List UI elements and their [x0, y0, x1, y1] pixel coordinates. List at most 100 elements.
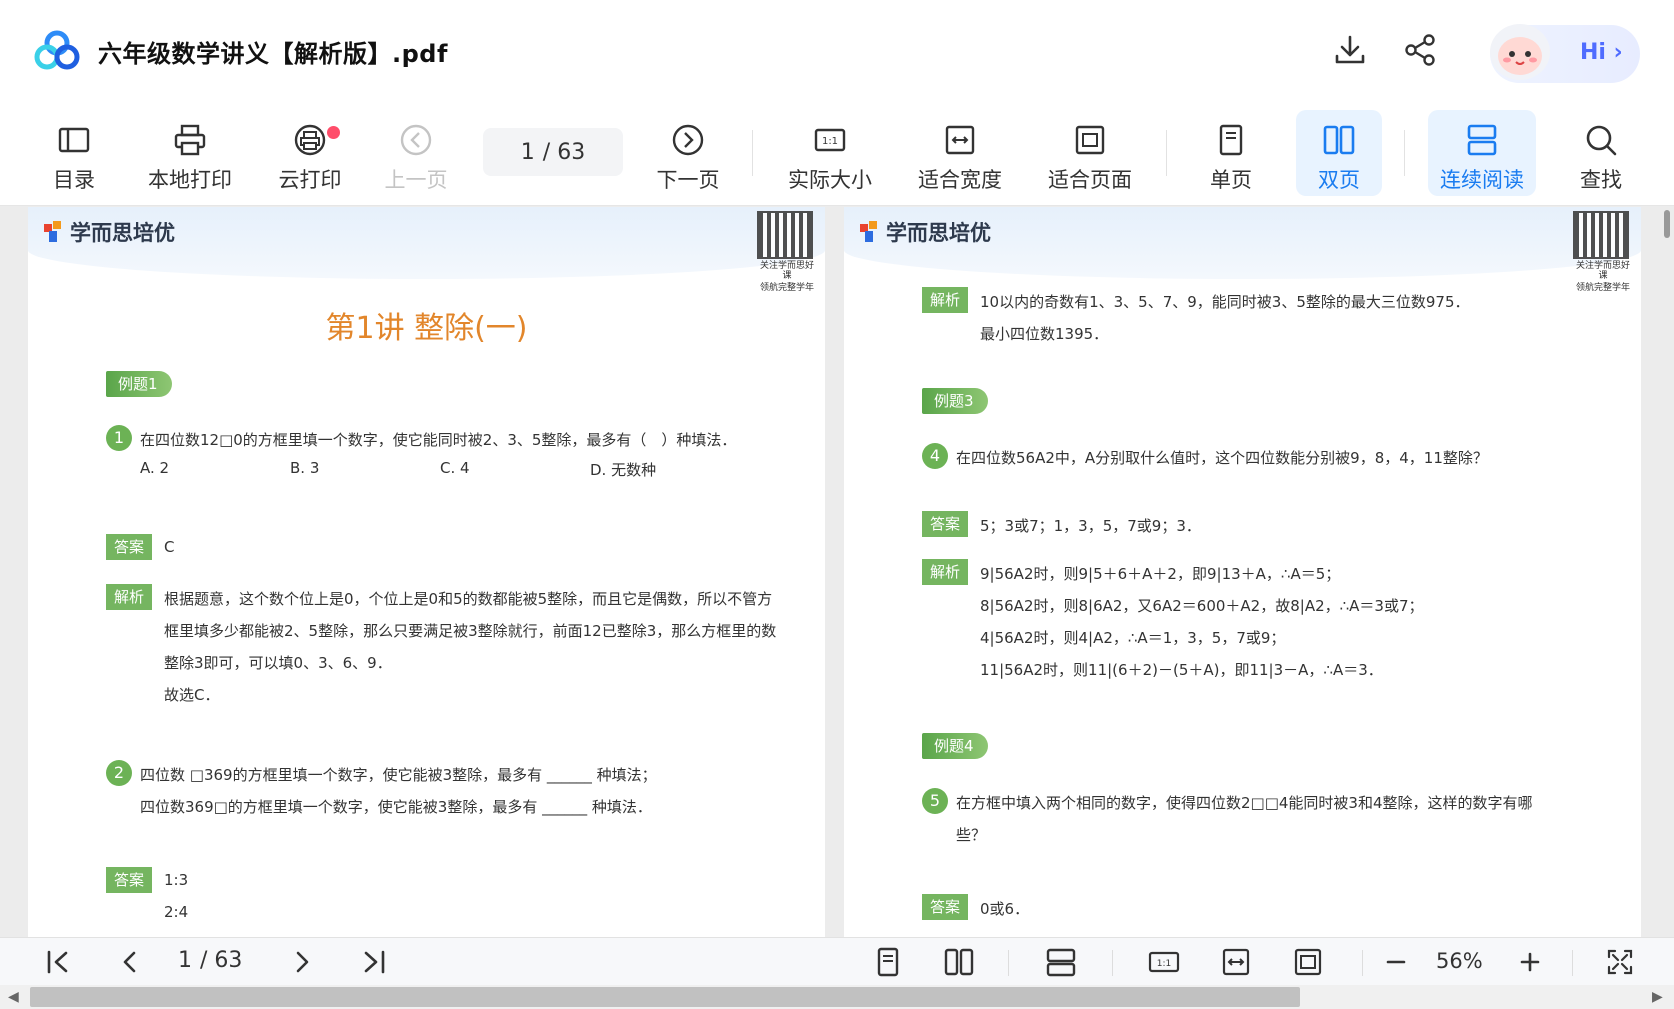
notification-dot [327, 126, 340, 139]
single-page-label: 单页 [1210, 168, 1252, 192]
bottom-divider [1008, 950, 1009, 976]
cloud-print-button[interactable]: 云打印 [272, 110, 348, 196]
toc-button[interactable]: 目录 [42, 110, 106, 196]
toolbar-divider [752, 130, 753, 176]
search-button[interactable]: 查找 [1566, 110, 1636, 196]
fit-page-label: 适合页面 [1048, 168, 1132, 192]
chevron-right-icon[interactable] [286, 946, 318, 978]
bottom-divider [1112, 950, 1113, 976]
document-title: 六年级数学讲义【解析版】.pdf [98, 40, 448, 68]
continuous-reading-icon [1467, 124, 1497, 156]
analysis-line: 10以内的奇数有1、3、5、7、9，能同时被3、5整除的最大三位数975． [980, 293, 1470, 311]
continuous-reading-icon[interactable] [1045, 946, 1077, 978]
fullscreen-icon[interactable] [1604, 946, 1636, 978]
local-print-label: 本地打印 [148, 168, 232, 192]
bottom-page-total: / 63 [200, 948, 243, 973]
search-icon [1586, 125, 1617, 156]
first-page-icon[interactable] [42, 946, 74, 978]
next-page-button[interactable]: 下一页 [648, 110, 728, 196]
fit-page-icon[interactable] [1292, 946, 1324, 978]
continuous-reading-button[interactable]: 连续阅读 [1428, 110, 1536, 196]
analysis-line: 9|56A2时，则9|5＋6＋A＋2，即9|13＋A，∴A＝5； [980, 565, 1341, 583]
option-a: A. 2 [140, 459, 170, 477]
cloud-print-label: 云打印 [278, 168, 342, 192]
app-header: 六年级数学讲义【解析版】.pdf Hi › [0, 0, 1674, 100]
share-icon[interactable] [1402, 32, 1438, 68]
answer-text: 5；3或7；1，3，5，7或9；3． [980, 517, 1201, 535]
fit-page-button[interactable]: 适合页面 [1040, 110, 1140, 196]
chevron-right-circle-icon [672, 124, 704, 156]
cloud-printer-icon [294, 124, 326, 156]
zoom-out-icon[interactable] [1380, 946, 1412, 978]
brand-logo: 学而思培优 [44, 217, 175, 247]
zoom-level[interactable]: 56% [1436, 949, 1483, 973]
analysis-line: 根据题意，这个数个位上是0，个位上是0和5的数都能被5整除，而且它是偶数，所以不… [164, 590, 773, 608]
answer-text: 1:3 [164, 871, 189, 889]
toolbar: 目录 本地打印 云打印 上一页 1 / 63 下一页 1:1 实际大小 适合宽度… [0, 100, 1674, 206]
scroll-left-icon[interactable]: ◀ [8, 989, 22, 1005]
assistant-label[interactable]: Hi › [1580, 40, 1623, 65]
answer-tag: 答案 [922, 894, 969, 920]
actual-size-button[interactable]: 1:1 实际大小 [780, 110, 880, 196]
brand-name: 学而思培优 [886, 221, 991, 245]
double-page-icon [1323, 125, 1355, 155]
example-tag: 例题4 [922, 733, 988, 759]
question-text: 四位数 □369的方框里填一个数字，使它能被3整除，最多有 ______ 种填法… [140, 766, 657, 784]
question-text: 在方框中填入两个相同的数字，使得四位数2□□4能同时被3和4整除，这样的数字有哪 [956, 794, 1533, 812]
assistant-avatar-icon[interactable] [1480, 10, 1560, 90]
analysis-tag: 解析 [922, 559, 969, 585]
single-page-button[interactable]: 单页 [1196, 110, 1266, 196]
single-page-icon[interactable] [872, 946, 904, 978]
svg-text:1:1: 1:1 [1157, 959, 1171, 969]
page-total: / 63 [542, 139, 586, 165]
toolbar-divider [1166, 130, 1167, 176]
actual-size-icon[interactable]: 1:1 [1148, 946, 1180, 978]
double-page-label: 双页 [1318, 168, 1360, 192]
chevron-left-icon[interactable] [114, 946, 146, 978]
vertical-scrollbar-thumb[interactable] [1664, 210, 1670, 238]
page-indicator[interactable]: 1 / 63 [483, 128, 623, 176]
double-page-button[interactable]: 双页 [1296, 110, 1382, 196]
pdf-page-left: 学而思培优 关注学而思好课 领航完整学年 第1讲 整除(一) 例题1 1 在四位… [28, 207, 825, 937]
example-tag: 例题1 [106, 371, 172, 397]
qr-caption-1: 关注学而思好课 [1575, 261, 1630, 281]
page-current[interactable]: 1 [521, 140, 535, 165]
horizontal-scrollbar-thumb[interactable] [30, 987, 1300, 1007]
last-page-icon[interactable] [358, 946, 390, 978]
actual-size-label: 实际大小 [788, 168, 872, 192]
analysis-line: 故选C． [164, 686, 220, 704]
question-text: 四位数369□的方框里填一个数字，使它能被3整除，最多有 ______ 种填法． [140, 798, 652, 816]
question-number: 5 [922, 788, 948, 814]
document-viewer[interactable]: 学而思培优 关注学而思好课 领航完整学年 第1讲 整除(一) 例题1 1 在四位… [0, 207, 1674, 937]
download-icon[interactable] [1332, 32, 1368, 68]
qr-caption-1: 关注学而思好课 [759, 261, 814, 281]
double-page-icon[interactable] [943, 946, 975, 978]
answer-text: C [164, 538, 175, 556]
fit-width-label: 适合宽度 [918, 168, 1002, 192]
analysis-tag: 解析 [922, 287, 969, 313]
app-logo-icon [34, 30, 80, 70]
bottom-page-current[interactable]: 1 [178, 948, 192, 973]
option-b: B. 3 [290, 459, 320, 477]
horizontal-scrollbar[interactable]: ◀ ▶ [0, 985, 1674, 1009]
example-tag: 例题3 [922, 388, 988, 414]
fit-width-icon[interactable] [1220, 946, 1252, 978]
printer-icon [174, 124, 206, 156]
single-page-icon [1219, 124, 1243, 156]
zoom-in-icon[interactable] [1514, 946, 1546, 978]
prev-page-button[interactable]: 上一页 [378, 110, 454, 196]
bottom-page-indicator[interactable]: 1 / 63 [178, 948, 242, 973]
analysis-line: 8|56A2时，则8|6A2，又6A2＝600＋A2，故8|A2，∴A＝3或7； [980, 597, 1424, 615]
continuous-reading-label: 连续阅读 [1440, 168, 1524, 192]
qr-caption-2: 领航完整学年 [1575, 283, 1630, 293]
analysis-line: 4|56A2时，则4|A2，∴A＝1，3，5，7或9； [980, 629, 1286, 647]
answer-tag: 答案 [106, 867, 153, 893]
scroll-right-icon[interactable]: ▶ [1652, 989, 1666, 1005]
question-text: 在四位数12□0的方框里填一个数字，使它能同时被2、3、5整除，最多有（ ）种填… [140, 431, 737, 449]
question-number: 4 [922, 443, 948, 469]
local-print-button[interactable]: 本地打印 [142, 110, 238, 196]
answer-text: 2:4 [164, 903, 189, 921]
next-page-label: 下一页 [656, 168, 720, 192]
fit-width-button[interactable]: 适合宽度 [910, 110, 1010, 196]
question-text: 些？ [956, 826, 987, 844]
